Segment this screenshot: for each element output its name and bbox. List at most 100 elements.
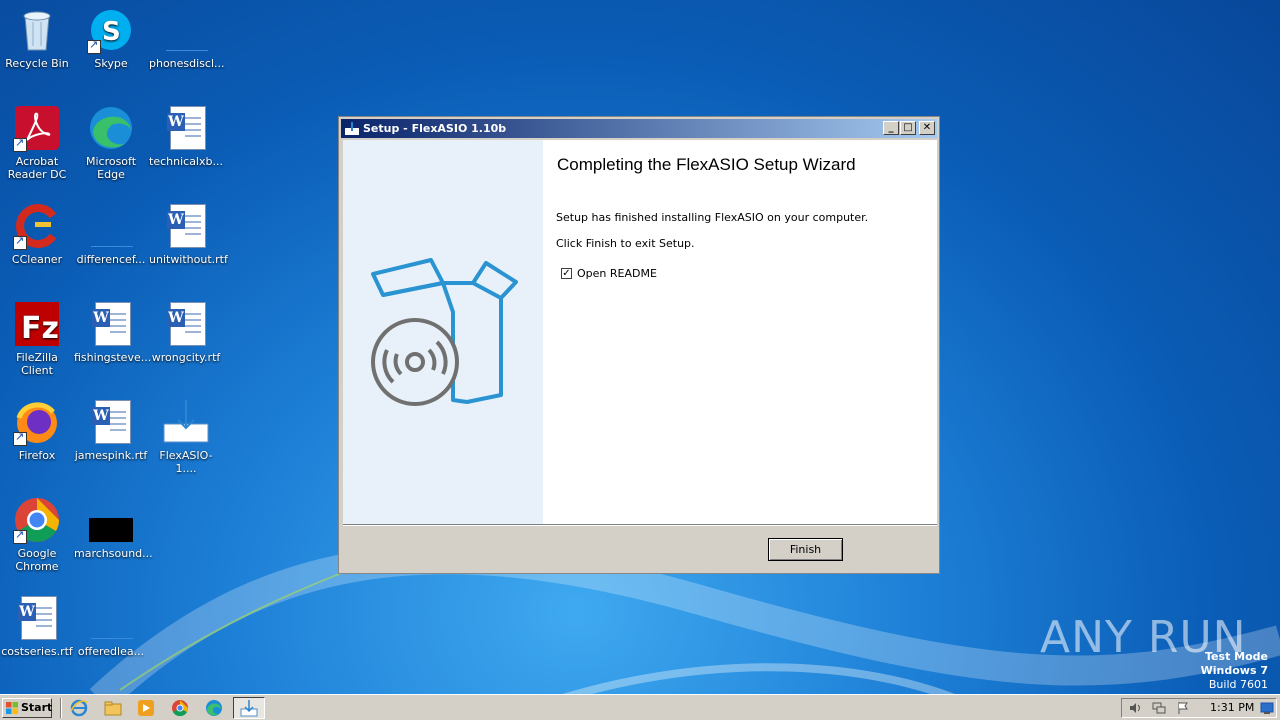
- window-titlebar[interactable]: Setup - FlexASIO 1.10b _ □ ✕: [341, 119, 937, 138]
- desktop-icon-acrobat[interactable]: Acrobat Reader DC: [0, 104, 74, 181]
- volume-icon[interactable]: [1128, 701, 1142, 715]
- system-tray: 1:31 PM: [1121, 698, 1277, 718]
- package-disc-icon: [371, 258, 518, 406]
- edge-icon: [87, 104, 135, 152]
- maximize-button[interactable]: □: [900, 121, 916, 135]
- wizard-heading: Completing the FlexASIO Setup Wizard: [557, 155, 856, 174]
- file-icon: [87, 594, 135, 642]
- desktop-icon-marchsound[interactable]: marchsound...: [74, 496, 153, 560]
- file-icon: [87, 202, 135, 250]
- taskbar-separator: [60, 698, 62, 718]
- chrome-taskbar-icon[interactable]: [171, 699, 189, 717]
- word-document-icon: W: [87, 300, 135, 348]
- desktop-icon-label: differencef...: [76, 253, 146, 266]
- close-icon: ✕: [922, 122, 932, 133]
- maximize-icon: □: [903, 122, 913, 133]
- desktop-icon-label: fishingsteve...: [74, 351, 152, 364]
- window-title: Setup - FlexASIO 1.10b: [363, 122, 507, 135]
- minimize-button[interactable]: _: [883, 121, 899, 135]
- word-document-icon: W: [162, 202, 210, 250]
- test-mode-text: Test Mode: [1205, 650, 1268, 663]
- desktop-icon-label: wrongcity.rtf: [151, 351, 221, 364]
- desktop-icon-label: jamespink.rtf: [74, 449, 148, 462]
- finish-button[interactable]: Finish: [768, 538, 843, 561]
- installer-icon: [162, 398, 210, 446]
- desktop-icon-label: Acrobat Reader DC: [7, 155, 67, 181]
- desktop-icon-recycle-bin[interactable]: Recycle Bin: [0, 6, 74, 70]
- desktop-icon-phonesdiscl[interactable]: phonesdiscl...: [149, 6, 225, 70]
- desktop-icon-unitwithout[interactable]: W unitwithout.rtf: [149, 202, 228, 266]
- shortcut-arrow-icon: [87, 38, 101, 54]
- desktop-icon-jamespink[interactable]: W jamespink.rtf: [74, 398, 148, 462]
- build-text: Build 7601: [1208, 678, 1268, 691]
- open-readme-label[interactable]: Open README: [577, 267, 657, 280]
- desktop-icon-firefox[interactable]: Firefox: [0, 398, 74, 462]
- taskbar: Start 1:31 PM: [0, 694, 1280, 720]
- wizard-side-panel: [343, 140, 543, 524]
- desktop-icon-label: Microsoft Edge: [85, 155, 137, 181]
- desktop-icon-filezilla[interactable]: Fz FileZilla Client: [0, 300, 74, 377]
- desktop-icon-label: Skype: [94, 57, 128, 70]
- open-readme-option[interactable]: ✓ Open README: [561, 267, 657, 280]
- media-player-icon[interactable]: [137, 699, 155, 717]
- network-icon[interactable]: [1152, 701, 1166, 715]
- start-button[interactable]: Start: [2, 698, 52, 718]
- ccleaner-icon: [13, 202, 61, 250]
- word-document-icon: W: [13, 594, 61, 642]
- close-button[interactable]: ✕: [919, 121, 935, 135]
- desktop-icon-label: Recycle Bin: [5, 57, 69, 70]
- desktop-icon-label: costseries.rtf: [1, 645, 73, 658]
- desktop-icon-label: FlexASIO-1....: [159, 449, 213, 475]
- wizard-exit-text: Click Finish to exit Setup.: [556, 237, 695, 250]
- desktop-icon-fishingsteve[interactable]: W fishingsteve...: [74, 300, 152, 364]
- desktop-icon-ccleaner[interactable]: CCleaner: [0, 202, 74, 266]
- minimize-icon: _: [888, 122, 894, 133]
- desktop-icon-label: unitwithout.rtf: [149, 253, 228, 266]
- shortcut-arrow-icon: [13, 430, 27, 446]
- internet-explorer-icon[interactable]: [70, 699, 88, 717]
- action-center-flag-icon[interactable]: [1176, 701, 1190, 715]
- skype-icon: S: [87, 6, 135, 54]
- setup-window[interactable]: Setup - FlexASIO 1.10b _ □ ✕ Completing …: [338, 116, 940, 574]
- desktop-icon-skype[interactable]: S Skype: [74, 6, 148, 70]
- desktop-icon-flexasio-installer[interactable]: FlexASIO-1....: [149, 398, 223, 475]
- desktop-icon-offeredlea[interactable]: offeredlea...: [74, 594, 148, 658]
- svg-text:S: S: [102, 17, 121, 47]
- file-explorer-icon[interactable]: [104, 699, 122, 717]
- button-separator: [343, 524, 937, 526]
- file-icon: [87, 496, 135, 544]
- taskbar-item-setup[interactable]: [233, 697, 265, 719]
- desktop-icon-chrome[interactable]: Google Chrome: [0, 496, 74, 573]
- desktop-icon-label: offeredlea...: [77, 645, 145, 658]
- desktop-icon-label: phonesdiscl...: [149, 57, 225, 70]
- desktop-icon-label: FileZilla Client: [16, 351, 58, 377]
- chrome-icon: [13, 496, 61, 544]
- word-document-icon: W: [162, 300, 210, 348]
- taskbar-clock[interactable]: 1:31 PM: [1210, 699, 1254, 717]
- show-desktop-icon[interactable]: [1260, 701, 1274, 715]
- wizard-finished-text: Setup has finished installing FlexASIO o…: [556, 211, 869, 224]
- filezilla-icon: Fz: [13, 300, 61, 348]
- desktop-icon-label: marchsound...: [74, 547, 153, 560]
- desktop-icon-label: CCleaner: [11, 253, 63, 266]
- start-label: Start: [21, 701, 53, 714]
- desktop-icon-label: Firefox: [18, 449, 56, 462]
- desktop-icon-technicalxb[interactable]: W technicalxb...: [149, 104, 223, 168]
- test-mode-watermark: Test Mode Windows 7 Build 7601: [1201, 650, 1268, 692]
- open-readme-checkbox[interactable]: ✓: [561, 268, 572, 279]
- acrobat-icon: [13, 104, 61, 152]
- file-icon: [162, 6, 210, 54]
- word-document-icon: W: [162, 104, 210, 152]
- desktop-icon-differencef[interactable]: differencef...: [74, 202, 148, 266]
- edge-taskbar-icon[interactable]: [205, 699, 223, 717]
- desktop-icon-label: Google Chrome: [15, 547, 59, 573]
- word-document-icon: W: [87, 398, 135, 446]
- desktop-icon-wrongcity[interactable]: W wrongcity.rtf: [149, 300, 223, 364]
- desktop-icon-costseries[interactable]: W costseries.rtf: [0, 594, 74, 658]
- firefox-icon: [13, 398, 61, 446]
- windows-logo-icon: [6, 702, 18, 714]
- recycle-bin-icon: [13, 6, 61, 54]
- desktop-icon-edge[interactable]: Microsoft Edge: [74, 104, 148, 181]
- installer-taskbar-icon: [240, 700, 258, 717]
- shortcut-arrow-icon: [13, 528, 27, 544]
